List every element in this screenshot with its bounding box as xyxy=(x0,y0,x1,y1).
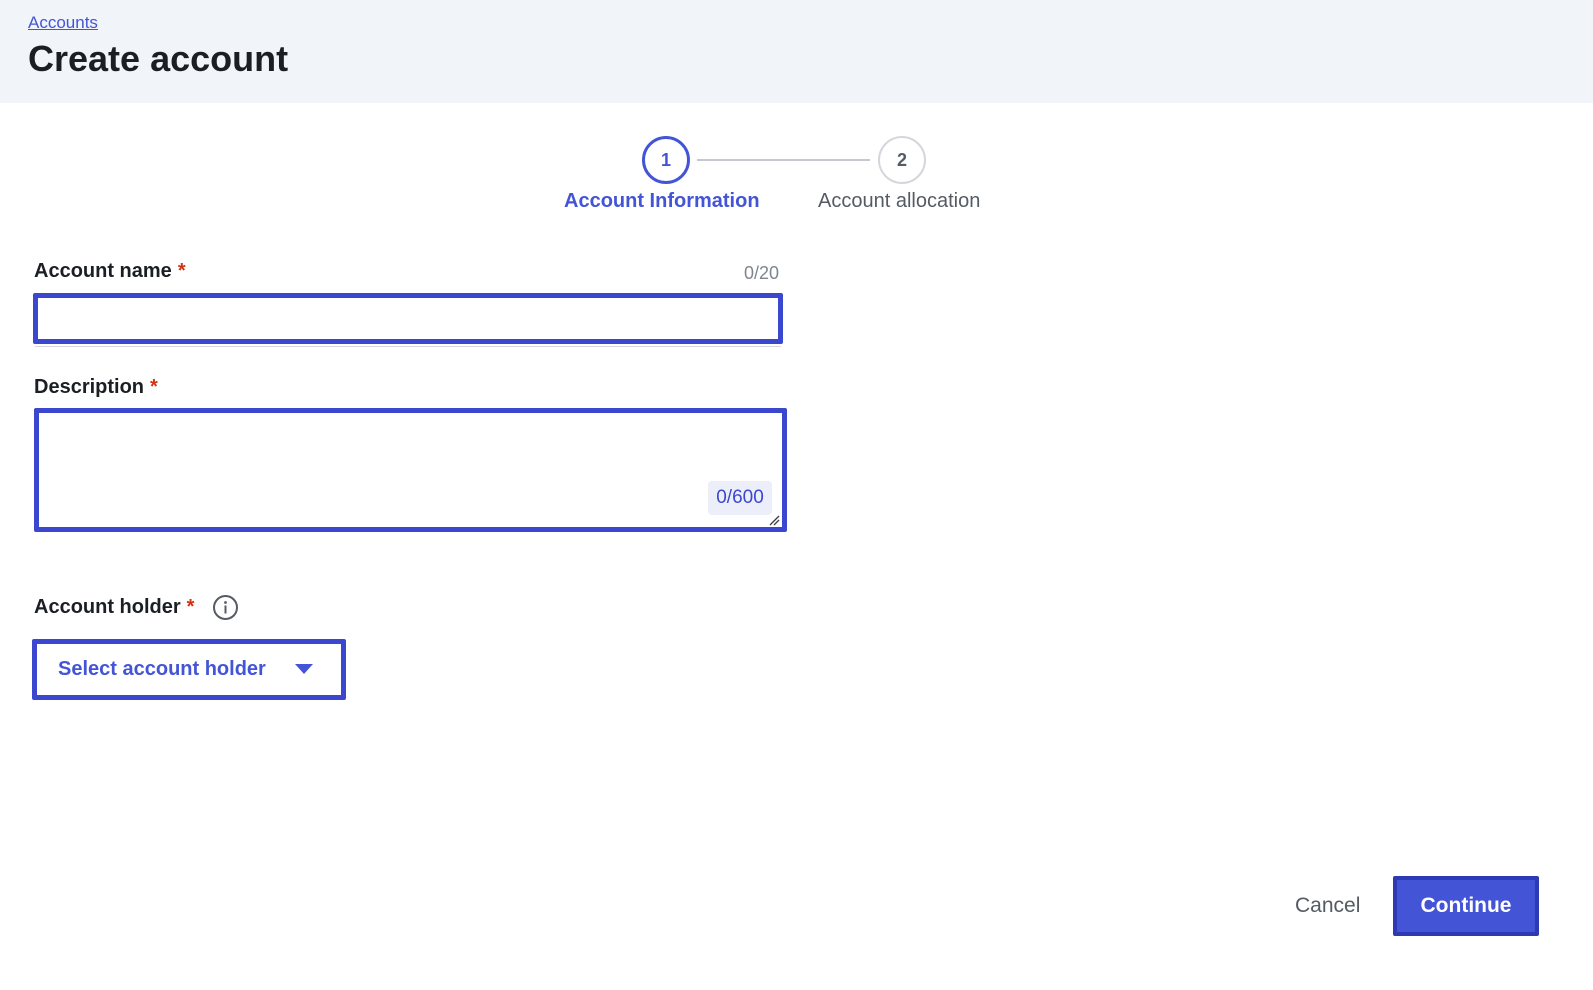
account-name-label: Account name * xyxy=(34,260,186,283)
step-connector xyxy=(697,159,870,161)
step-2-label: Account allocation xyxy=(818,190,981,212)
step-1-indicator: 1 xyxy=(642,136,690,184)
step-1-label: Account Information xyxy=(564,190,760,212)
account-holder-label-text: Account holder xyxy=(34,596,181,618)
account-holder-select-label: Select account holder xyxy=(58,658,266,680)
account-name-underline xyxy=(35,346,781,347)
account-name-label-text: Account name xyxy=(34,260,172,282)
continue-button[interactable]: Continue xyxy=(1393,876,1539,936)
description-textarea[interactable] xyxy=(34,408,787,532)
cancel-button[interactable]: Cancel xyxy=(1285,884,1370,928)
description-label-text: Description xyxy=(34,376,145,398)
required-indicator: * xyxy=(150,376,158,398)
account-name-counter: 0/20 xyxy=(744,263,780,283)
info-icon[interactable] xyxy=(212,594,239,621)
caret-down-icon xyxy=(295,664,313,674)
breadcrumb-accounts-link[interactable]: Accounts xyxy=(28,13,98,33)
page-header: Accounts Create account xyxy=(0,0,1593,103)
required-indicator: * xyxy=(177,260,186,282)
required-indicator: * xyxy=(186,596,195,618)
account-name-input[interactable] xyxy=(33,293,783,344)
step-2-indicator: 2 xyxy=(878,136,926,184)
account-holder-label: Account holder * xyxy=(34,596,194,619)
account-holder-select[interactable]: Select account holder xyxy=(32,639,346,700)
description-label: Description * xyxy=(34,376,158,399)
description-counter: 0/600 xyxy=(708,481,772,515)
page-title: Create account xyxy=(28,38,289,79)
resize-handle-icon[interactable] xyxy=(768,514,780,526)
